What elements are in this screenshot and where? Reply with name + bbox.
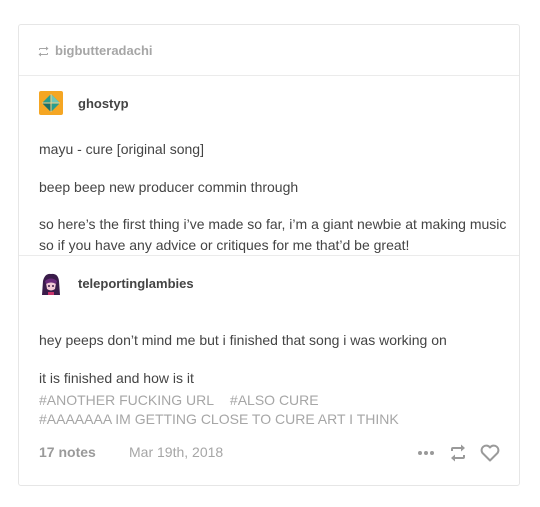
- tag-link[interactable]: #AAAAAAA IM GETTING CLOSE TO CURE ART I …: [39, 411, 399, 427]
- character-avatar[interactable]: [39, 271, 63, 295]
- reblog-username[interactable]: bigbutteradachi: [55, 43, 153, 58]
- post-date[interactable]: Mar 19th, 2018: [129, 444, 223, 460]
- diamond-avatar[interactable]: [39, 91, 63, 115]
- tag-link[interactable]: #ALSO CURE: [230, 392, 319, 408]
- post-author-name[interactable]: ghostyp: [78, 96, 129, 111]
- heart-icon[interactable]: [479, 442, 501, 464]
- post-paragraph: hey peeps don’t mind me but i finished t…: [39, 332, 447, 348]
- post-author-row: teleportinglambies: [39, 271, 194, 295]
- post-paragraph: so here’s the first thing i’ve made so f…: [39, 216, 507, 253]
- reblog-icon[interactable]: [447, 442, 469, 464]
- notes-count[interactable]: 17 notes: [39, 444, 96, 460]
- post-author-name[interactable]: teleportinglambies: [78, 276, 194, 291]
- post-content-teleportinglambies: teleportinglambies hey peeps don’t mind …: [19, 257, 519, 407]
- post-paragraph: mayu - cure [original song]: [39, 141, 204, 157]
- post-footer: 17 notes Mar 19th, 2018: [39, 442, 501, 464]
- post-content-ghostyp: ghostyp mayu - cure [original song] beep…: [19, 77, 519, 256]
- post-author-row: ghostyp: [39, 91, 129, 115]
- tag-list: #ANOTHER FUCKING URL #ALSO CURE #AAAAAAA…: [39, 391, 509, 429]
- reblog-icon: [38, 46, 49, 56]
- reblog-header: bigbutteradachi: [19, 25, 519, 76]
- tag-link[interactable]: #ANOTHER FUCKING URL: [39, 392, 214, 408]
- post-controls: [405, 442, 501, 464]
- post-paragraph: beep beep new producer commin through: [39, 179, 299, 195]
- post-card: bigbutteradachi ghostyp mayu - cure [ori…: [18, 24, 520, 486]
- post-paragraph: it is finished and how is it: [39, 370, 194, 386]
- more-icon[interactable]: [415, 442, 437, 464]
